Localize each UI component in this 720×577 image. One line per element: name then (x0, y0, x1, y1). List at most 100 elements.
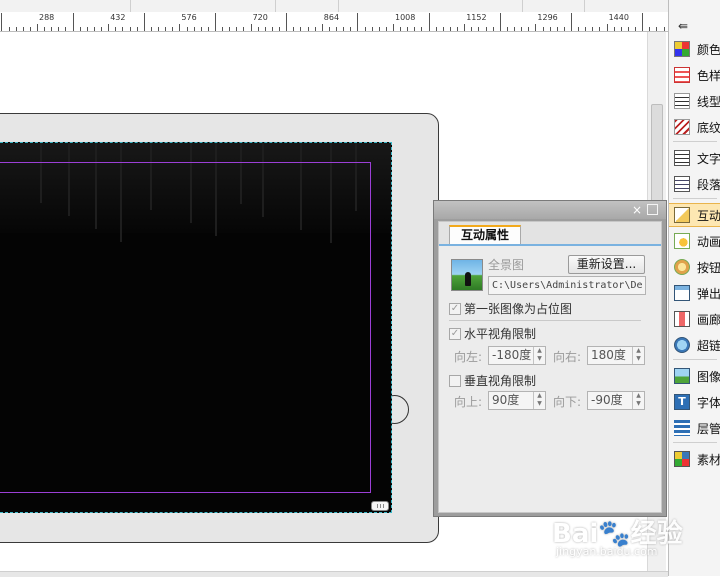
tool-item-paragraph[interactable]: 段落 (669, 172, 720, 196)
text-icon (674, 150, 690, 166)
ruler-tick (478, 27, 480, 31)
ruler-tick (485, 27, 487, 31)
ruler-label: 864 (323, 13, 340, 22)
ruler-tick (51, 27, 53, 31)
tool-separator (673, 141, 717, 142)
vertical-limit-checkbox[interactable] (449, 375, 461, 387)
ruler-label: 576 (181, 13, 197, 22)
tool-separator (673, 359, 717, 360)
ruler-tick (108, 24, 110, 31)
up-angle-stepper[interactable]: 90度 ▲ ▼ (488, 391, 546, 410)
ruler-tick (165, 27, 167, 31)
gallery-icon (674, 311, 690, 327)
dock-icon[interactable] (647, 204, 658, 215)
down-angle-label: 向下: (553, 395, 582, 409)
ruler-tick (521, 27, 523, 31)
stepper-up-icon[interactable]: ▲ (534, 392, 545, 400)
tool-item-assets[interactable]: 素材 (669, 447, 720, 471)
tool-item-label: 色样 (697, 68, 720, 83)
line-style-icon (674, 93, 690, 109)
ruler-tick (528, 27, 530, 31)
stepper-down-icon[interactable]: ▼ (633, 355, 644, 363)
tool-item-label: 互动 (697, 208, 720, 223)
vertical-scrollbar-thumb[interactable] (651, 104, 663, 202)
stepper-down-icon[interactable]: ▼ (633, 400, 644, 408)
ruler-tick (236, 27, 238, 31)
ruler-tick (186, 27, 188, 31)
ruler-tick (37, 24, 38, 31)
tool-item-hatch-pattern[interactable]: 底纹 (669, 115, 720, 139)
ruler-tick (407, 27, 409, 31)
tool-item-color-swatch[interactable]: 色样 (669, 63, 720, 87)
horizontal-scrollbar[interactable] (0, 571, 668, 577)
left-angle-value: -180度 (492, 348, 532, 362)
ruler-tick (627, 27, 629, 31)
ruler-tick (563, 27, 565, 31)
resize-handle[interactable] (371, 501, 389, 511)
tool-item-label: 动画 (697, 234, 720, 249)
tool-item-interaction[interactable]: 互动 (669, 203, 720, 227)
up-angle-label: 向上: (454, 395, 483, 409)
stepper-up-icon[interactable]: ▲ (633, 392, 644, 400)
tool-item-button[interactable]: 按钮 (669, 255, 720, 279)
ruler-tick (457, 27, 459, 31)
left-angle-stepper[interactable]: -180度 ▲ ▼ (488, 346, 546, 365)
ruler-tick (578, 27, 580, 31)
tool-item-image[interactable]: 图像 (669, 364, 720, 388)
tool-item-label: 图像 (697, 369, 720, 384)
tool-item-label: 段落 (697, 177, 720, 192)
tool-item-text[interactable]: 文字 (669, 146, 720, 170)
tool-item-line-style[interactable]: 线型 (669, 89, 720, 113)
hyperlink-icon (674, 337, 690, 353)
file-path-field[interactable]: C:\Users\Administrator\De (488, 276, 646, 295)
placeholder-checkbox-label: 第一张图像为占位图 (464, 302, 573, 316)
placeholder-checkbox[interactable]: ✓ (449, 303, 461, 315)
tab-interaction-properties[interactable]: 互动属性 (449, 225, 521, 244)
horizontal-limit-checkbox[interactable]: ✓ (449, 328, 461, 340)
stepper-down-icon[interactable]: ▼ (534, 400, 545, 408)
down-angle-value: -90度 (591, 393, 623, 407)
stepper-down-icon[interactable]: ▼ (534, 355, 545, 363)
tool-item-gallery[interactable]: 画廊 (669, 307, 720, 331)
ruler-tick (79, 27, 81, 31)
ruler-label: 1440 (608, 13, 629, 22)
right-angle-value: 180度 (591, 348, 626, 362)
ruler-tick (364, 27, 366, 31)
ruler-tick (29, 27, 31, 31)
list-indent-icon[interactable]: ⇚ (669, 16, 720, 36)
close-icon[interactable]: × (632, 202, 642, 218)
panel-title-bar[interactable]: × (434, 201, 666, 219)
ruler-tick (264, 27, 266, 31)
tool-item-color-grid[interactable]: 颜色 (669, 37, 720, 61)
popup-icon (674, 285, 690, 301)
tool-item-popup[interactable]: 弹出 (669, 281, 720, 305)
ruler-tick (414, 27, 416, 31)
tool-item-animation[interactable]: 动画 (669, 229, 720, 253)
ruler-tick (592, 27, 594, 31)
ruler-tick (514, 27, 516, 31)
tool-item-layers[interactable]: 层管 (669, 416, 720, 440)
ruler-label: 1008 (395, 13, 416, 22)
ruler-tick (435, 27, 437, 31)
right-angle-stepper[interactable]: 180度 ▲ ▼ (587, 346, 645, 365)
ruler-tick (542, 27, 544, 31)
down-angle-stepper[interactable]: -90度 ▲ ▼ (587, 391, 645, 410)
tool-item-label: 文字 (697, 151, 720, 166)
tool-item-label: 画廊 (697, 312, 720, 327)
ruler-tick (200, 27, 202, 31)
panel-body: 互动属性 全景图 重新设置... C:\Users\Administrator\… (438, 221, 662, 513)
tool-item-hyperlink[interactable]: 超链 (669, 333, 720, 357)
tool-item-font[interactable]: T 字体 (669, 390, 720, 414)
stepper-up-icon[interactable]: ▲ (534, 347, 545, 355)
stepper-up-icon[interactable]: ▲ (633, 347, 644, 355)
ruler-tick (179, 24, 181, 31)
ruler-tick (72, 13, 74, 31)
ruler-tick (649, 27, 651, 31)
ruler-tick (492, 27, 494, 31)
tool-item-label: 弹出 (697, 286, 720, 301)
ruler-tick (136, 27, 138, 31)
left-angle-label: 向左: (454, 350, 483, 364)
toolbar-separator (275, 0, 276, 12)
reset-settings-button[interactable]: 重新设置... (568, 255, 645, 274)
ruler-tick (549, 27, 551, 31)
